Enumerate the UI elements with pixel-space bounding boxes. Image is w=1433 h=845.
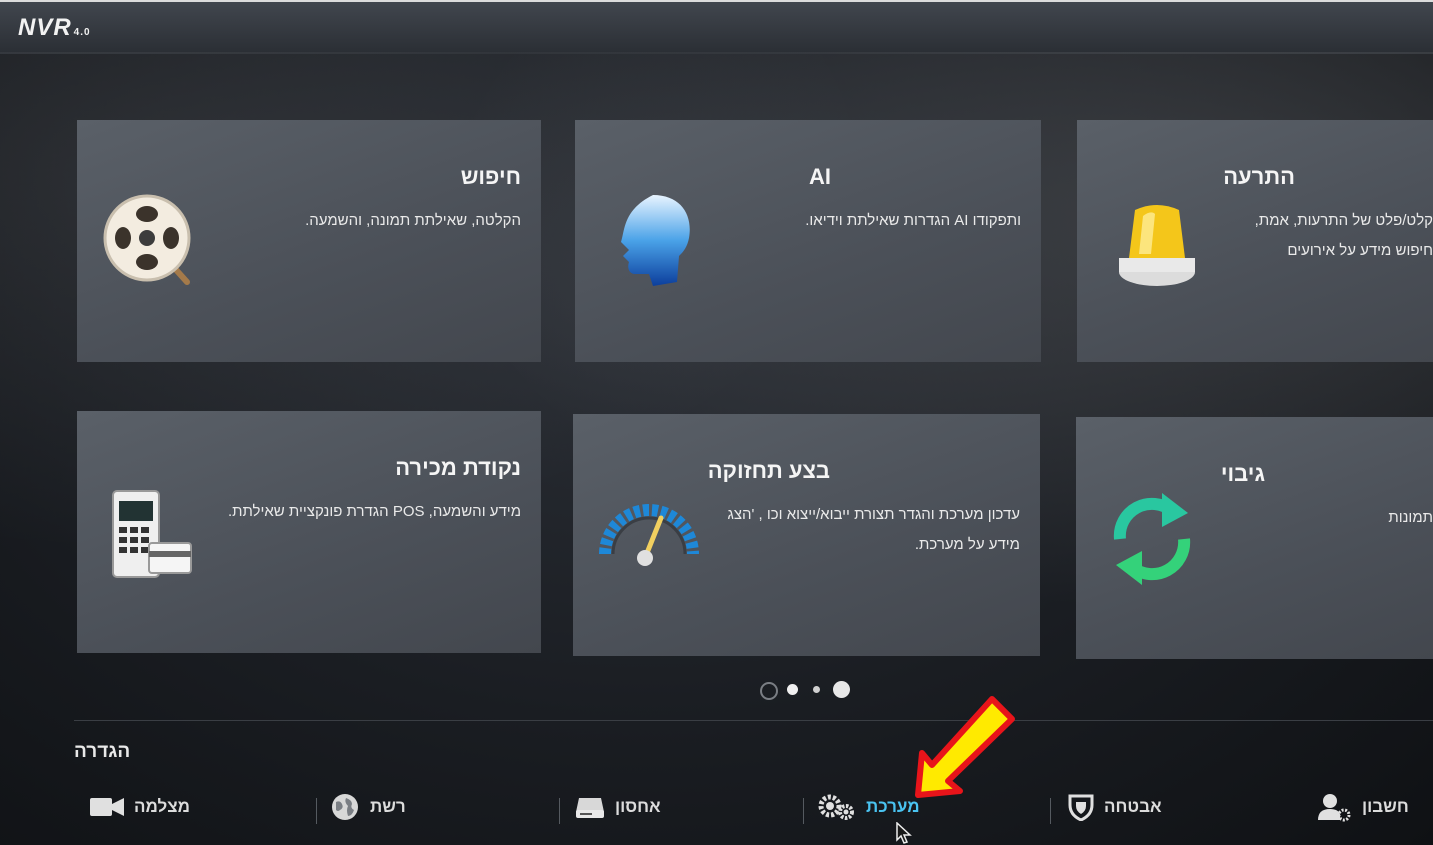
nav-label: חשבון [1362, 797, 1409, 816]
card-ai[interactable]: AI ותפקודו AI הגדרות שאילתת וידיאו. [575, 120, 1041, 362]
card-title: נקודת מכירה [395, 455, 521, 480]
nav-system[interactable]: מערכת [818, 790, 920, 824]
nav-separator [1050, 798, 1051, 824]
nav-separator [316, 798, 317, 824]
nav-separator [803, 798, 804, 824]
gauge-icon [599, 504, 699, 566]
card-description: מידע והשמעה, POS הגדרת פונקציית שאילתת. [227, 503, 521, 520]
pager-next-button[interactable] [833, 681, 850, 698]
nav-label: רשת [370, 797, 406, 816]
film-reel-search-icon [103, 194, 191, 285]
card-description: תמונות [1388, 509, 1433, 526]
pager-dot[interactable] [813, 686, 820, 693]
nav-label: מצלמה [134, 797, 190, 816]
card-description: קלט/פלט של התרעות, אמת, חיפוש מידע על אי… [1254, 212, 1433, 259]
card-backup[interactable]: גיבוי תמונות [1076, 417, 1433, 659]
card-title: גיבוי [1220, 461, 1265, 486]
nav-separator [559, 798, 560, 824]
card-title: AI [809, 164, 831, 189]
card-description: עדכון מערכת והגדר תצורת ייבוא/ייצוא וכו … [727, 506, 1020, 553]
nvr-logo: NVR 4.0 [18, 14, 91, 41]
nav-label: אבטחה [1104, 797, 1162, 816]
divider [74, 720, 1433, 721]
card-description: הקלטה, שאילתת תמונה, והשמעה. [305, 212, 521, 229]
shield-icon [1068, 794, 1094, 821]
card-title: חיפוש [460, 164, 521, 189]
annotation-arrow [915, 696, 1015, 798]
hard-drive-icon [576, 798, 604, 818]
pager-prev-button[interactable] [760, 682, 778, 700]
user-settings-icon [1318, 794, 1351, 822]
card-description: ותפקודו AI הגדרות שאילתת וידיאו. [805, 212, 1021, 229]
card-title: התרעה [1223, 164, 1295, 189]
nav-camera[interactable]: מצלמה [90, 790, 190, 824]
pos-terminal-icon [112, 490, 192, 578]
top-bar: NVR 4.0 [0, 0, 1433, 54]
nav-storage[interactable]: אחסון [575, 790, 661, 824]
network-globe-icon [332, 794, 358, 820]
card-title: בצע תחזוקה [707, 458, 830, 483]
card-maintenance[interactable]: בצע תחזוקה עדכון מערכת והגדר תצורת ייבוא… [573, 414, 1040, 656]
gears-icon [818, 794, 854, 820]
nav-network[interactable]: רשת [330, 790, 406, 824]
nav-security[interactable]: אבטחה [1068, 790, 1162, 824]
card-alarm[interactable]: התרעה קלט/פלט של התרעות, אמת, חיפוש מידע… [1077, 120, 1433, 362]
mouse-cursor-icon [896, 822, 912, 844]
ai-head-icon [621, 195, 690, 286]
settings-section-label: הגדרה [74, 741, 131, 762]
alarm-beacon-icon [1119, 205, 1195, 286]
nav-label: אחסון [615, 797, 661, 816]
pager-dot-active[interactable] [787, 684, 798, 695]
card-pos[interactable]: נקודת מכירה מידע והשמעה, POS הגדרת פונקצ… [77, 411, 541, 653]
nav-account[interactable]: חשבון [1318, 790, 1409, 824]
sync-arrows-icon [1113, 493, 1191, 585]
page-indicator [760, 680, 860, 700]
camera-icon [90, 798, 124, 816]
card-search[interactable]: חיפוש הקלטה, שאילתת תמונה, והשמעה. [77, 120, 541, 362]
